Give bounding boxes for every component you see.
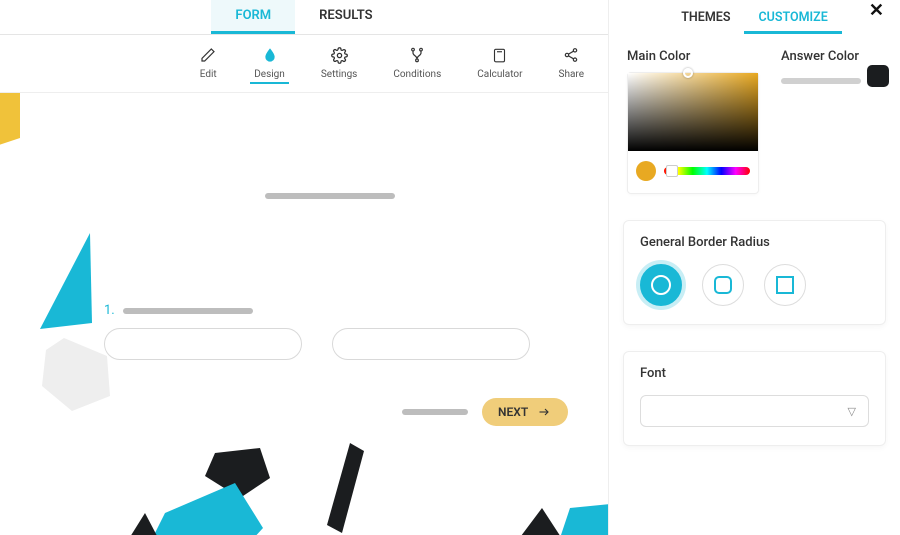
answer-color-swatch[interactable] <box>867 65 889 87</box>
hue-handle[interactable] <box>666 165 678 177</box>
customize-panel: THEMES CUSTOMIZE ✕ Main Color <box>608 0 900 535</box>
branch-icon <box>407 45 427 65</box>
droplet-icon <box>260 45 280 65</box>
decorative-shape <box>42 338 112 413</box>
color-gradient-area[interactable] <box>628 73 758 151</box>
font-select[interactable]: ▽ <box>640 395 869 427</box>
next-button[interactable]: NEXT <box>482 398 568 426</box>
radius-option-square[interactable] <box>764 264 806 306</box>
font-label: Font <box>640 366 869 381</box>
tool-calculator[interactable]: Calculator <box>473 43 526 84</box>
radius-option-circle[interactable] <box>640 264 682 306</box>
arrow-right-icon <box>536 406 552 418</box>
answer-option[interactable] <box>332 328 530 360</box>
tool-share-label: Share <box>559 69 584 80</box>
tool-design-label: Design <box>254 69 285 80</box>
tool-conditions-label: Conditions <box>393 69 441 80</box>
tool-settings-label: Settings <box>321 69 358 80</box>
chevron-down-icon: ▽ <box>848 405 856 418</box>
hue-slider[interactable] <box>664 167 750 175</box>
tab-customize[interactable]: CUSTOMIZE <box>744 2 841 34</box>
close-icon[interactable]: ✕ <box>869 0 884 21</box>
next-button-label: NEXT <box>498 405 528 419</box>
share-icon <box>561 45 581 65</box>
tool-settings[interactable]: Settings <box>317 43 362 84</box>
design-toolbar: Edit Design Settings Conditions Calculat… <box>0 35 608 93</box>
tab-form[interactable]: FORM <box>211 0 295 34</box>
tool-conditions[interactable]: Conditions <box>389 43 445 84</box>
main-color-label: Main Color <box>627 49 759 64</box>
tool-share[interactable]: Share <box>555 43 588 84</box>
decorative-shape <box>555 503 608 535</box>
form-canvas[interactable]: 1. NEXT <box>0 93 608 535</box>
main-color-picker[interactable] <box>627 72 759 194</box>
question-number: 1. <box>104 303 115 318</box>
tab-results[interactable]: RESULTS <box>295 0 396 34</box>
question-text-placeholder[interactable] <box>123 308 253 314</box>
tool-design[interactable]: Design <box>250 43 289 84</box>
gear-icon <box>329 45 349 65</box>
gradient-handle[interactable] <box>683 68 693 78</box>
decorative-shape <box>0 93 30 153</box>
progress-placeholder <box>402 409 468 415</box>
tool-edit-label: Edit <box>200 69 217 80</box>
right-tabs: THEMES CUSTOMIZE ✕ <box>609 0 900 35</box>
top-tabs: FORM RESULTS <box>0 0 608 35</box>
tab-themes[interactable]: THEMES <box>667 2 744 34</box>
answer-option[interactable] <box>104 328 302 360</box>
border-radius-card: General Border Radius <box>623 220 886 325</box>
square-icon <box>776 276 794 294</box>
decorative-shape <box>322 443 367 535</box>
border-radius-label: General Border Radius <box>640 235 869 250</box>
tool-calculator-label: Calculator <box>477 69 522 80</box>
form-title-placeholder[interactable] <box>265 193 395 199</box>
answer-color-label: Answer Color <box>781 49 859 64</box>
tool-edit[interactable]: Edit <box>194 43 222 84</box>
calculator-icon <box>490 45 510 65</box>
answer-color-slider[interactable] <box>781 78 861 84</box>
radius-option-rounded[interactable] <box>702 264 744 306</box>
current-color-swatch <box>636 161 656 181</box>
decorative-shape <box>120 513 170 535</box>
circle-icon <box>651 275 671 295</box>
font-card: Font ▽ <box>623 351 886 446</box>
pencil-icon <box>198 45 218 65</box>
rounded-square-icon <box>714 276 732 294</box>
decorative-shape <box>40 233 100 333</box>
